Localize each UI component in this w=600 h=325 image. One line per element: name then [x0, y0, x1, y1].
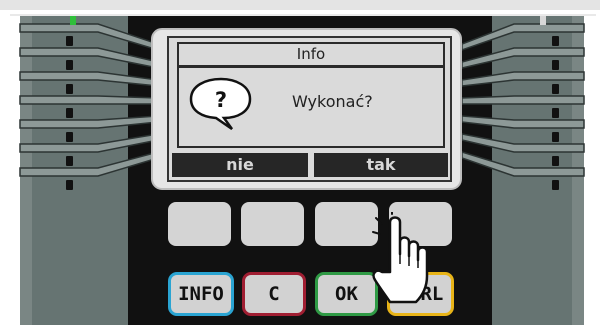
status-led — [70, 16, 76, 25]
info-key[interactable]: INFO — [168, 272, 234, 316]
dialog-message: Wykonać? — [292, 92, 373, 111]
hand-pointer-icon — [372, 212, 429, 304]
softkey-yes[interactable]: tak — [314, 153, 448, 177]
dialog-title: Info — [177, 42, 445, 67]
function-key-3[interactable] — [315, 202, 378, 246]
image-reference: HPT_ZAK — [584, 277, 595, 322]
question-mark: ? — [215, 88, 227, 112]
function-key-1[interactable] — [168, 202, 231, 246]
clear-key[interactable]: C — [242, 272, 306, 316]
function-key-2[interactable] — [241, 202, 304, 246]
device-illustration: Info ? Wykonać? nie tak INFO C OK CTRL H… — [0, 0, 600, 325]
ok-key[interactable]: OK — [315, 272, 378, 316]
question-bubble-icon: ? — [189, 77, 252, 131]
softkey-no[interactable]: nie — [172, 153, 308, 177]
